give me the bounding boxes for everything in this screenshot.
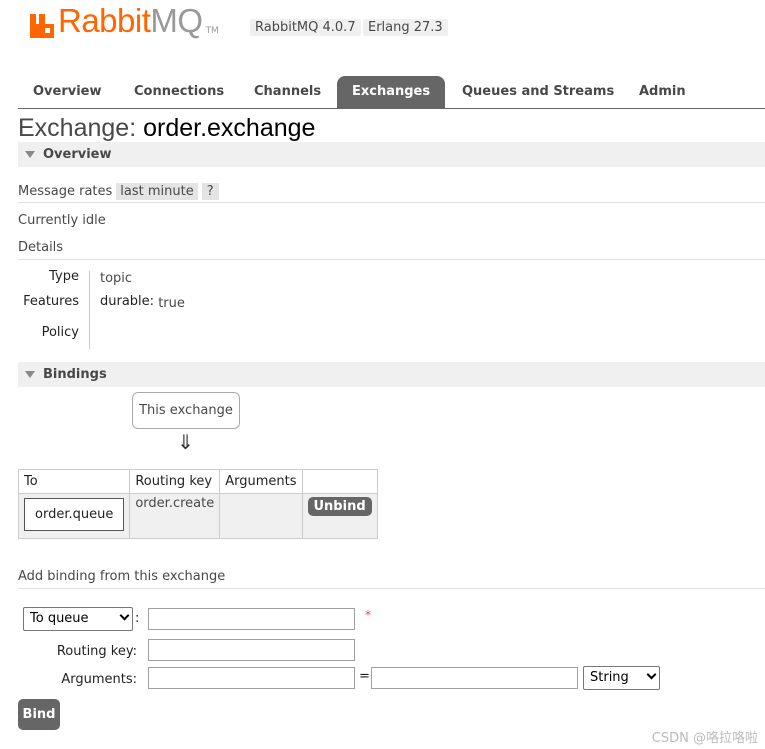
- table-row: order.queue order.create Unbind: [17, 493, 378, 539]
- overview-section-toggle[interactable]: Overview: [18, 142, 765, 167]
- details-features-value: durable: true: [100, 294, 185, 311]
- destination-colon: :: [135, 611, 140, 626]
- argument-value-input[interactable]: [371, 667, 578, 689]
- tab-overview[interactable]: Overview: [18, 76, 117, 108]
- tab-exchanges[interactable]: Exchanges: [337, 76, 446, 108]
- down-arrow-icon: ⇓: [177, 430, 194, 454]
- tab-channels[interactable]: Channels: [239, 76, 336, 108]
- add-binding-title: Add binding from this exchange: [18, 569, 226, 584]
- message-rates-label: Message rates: [18, 184, 113, 199]
- equals-sign: =: [359, 669, 370, 684]
- this-exchange-box: This exchange: [132, 392, 240, 429]
- main-nav-tabs: Overview Connections Channels Exchanges …: [18, 76, 765, 109]
- column-header-arguments: Arguments: [219, 469, 303, 494]
- rabbit-logo-icon: [30, 12, 54, 38]
- column-header-routing-key: Routing key: [129, 469, 221, 494]
- message-rates-row: Message rates last minute?: [18, 183, 219, 200]
- tab-connections[interactable]: Connections: [119, 76, 239, 108]
- logo-trademark: TM: [205, 26, 219, 36]
- details-policy-label: Policy: [41, 325, 79, 340]
- divider: [18, 202, 765, 203]
- divider: [18, 588, 765, 589]
- message-rates-period[interactable]: last minute: [116, 183, 198, 200]
- logo-text: RabbitMQ: [58, 2, 203, 39]
- routing-key-label: Routing key:: [56, 644, 137, 659]
- erlang-version-badge: Erlang 27.3: [363, 19, 448, 36]
- required-marker: *: [365, 608, 371, 622]
- binding-routing-key: order.create: [129, 493, 221, 539]
- page-title: Exchange: order.exchange: [18, 114, 316, 142]
- help-icon[interactable]: ?: [201, 183, 219, 200]
- divider: [18, 259, 765, 260]
- overview-section-title: Overview: [43, 147, 112, 162]
- destination-name-input[interactable]: [148, 608, 355, 630]
- tab-admin[interactable]: Admin: [624, 76, 701, 108]
- destination-type-select[interactable]: To queue: [23, 607, 133, 631]
- chevron-down-icon: [646, 669, 657, 680]
- collapse-triangle-icon: [25, 151, 35, 158]
- bindings-section-toggle[interactable]: Bindings: [18, 362, 765, 387]
- tab-queues-and-streams[interactable]: Queues and Streams: [447, 76, 629, 108]
- argument-type-select[interactable]: String: [583, 666, 660, 690]
- details-divider: [89, 271, 90, 349]
- argument-key-input[interactable]: [148, 667, 355, 689]
- bindings-section-title: Bindings: [43, 367, 107, 382]
- details-features-label: Features: [23, 294, 79, 309]
- bindings-table: To Routing key Arguments order.queue ord…: [17, 469, 378, 539]
- details-label: Details: [18, 240, 64, 255]
- watermark: CSDN @咯拉咯啦: [651, 731, 758, 746]
- details-type-value: topic: [100, 271, 133, 286]
- arguments-label: Arguments:: [61, 672, 137, 687]
- status-text: Currently idle: [18, 213, 106, 228]
- column-header-to: To: [17, 469, 131, 494]
- routing-key-input[interactable]: [148, 639, 355, 661]
- exchange-name: order.exchange: [143, 114, 316, 142]
- column-header-actions: [301, 469, 378, 494]
- collapse-triangle-icon: [25, 371, 35, 378]
- bind-button[interactable]: Bind: [18, 699, 60, 730]
- table-header-row: To Routing key Arguments: [17, 469, 378, 494]
- queue-link[interactable]: order.queue: [24, 498, 125, 531]
- binding-actions-cell: Unbind: [301, 493, 378, 539]
- unbind-button[interactable]: Unbind: [307, 497, 372, 516]
- rabbitmq-logo[interactable]: RabbitMQ TM: [30, 4, 219, 38]
- chevron-down-icon: [119, 610, 130, 621]
- binding-arguments: [219, 493, 303, 539]
- rabbitmq-version-badge: RabbitMQ 4.0.7: [250, 19, 361, 36]
- binding-destination-cell: order.queue: [17, 493, 131, 539]
- details-type-label: Type: [49, 269, 79, 284]
